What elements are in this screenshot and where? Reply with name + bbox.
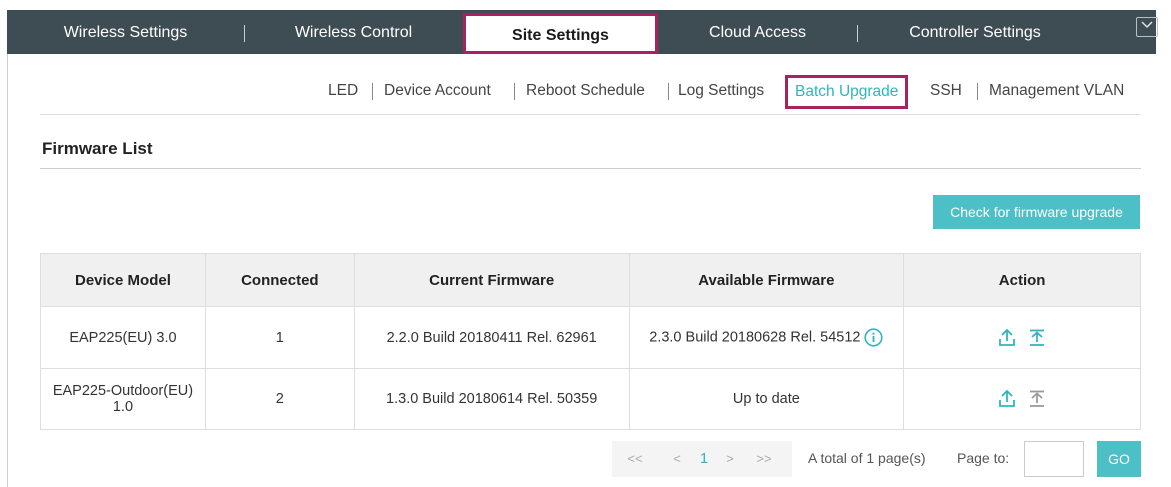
device-model-cell: EAP225-Outdoor(EU) 1.0 [40, 368, 206, 430]
tab-wireless-settings[interactable]: Wireless Settings [7, 10, 244, 54]
table-row: EAP225(EU) 3.0 1 2.2.0 Build 20180411 Re… [40, 306, 1141, 369]
subnav-separator [372, 83, 373, 100]
info-icon[interactable] [864, 328, 884, 347]
last-page-button[interactable]: >> [746, 441, 782, 477]
subnav-item-ssh[interactable]: SSH [930, 81, 962, 101]
check-firmware-upgrade-button[interactable]: Check for firmware upgrade [933, 195, 1140, 229]
column-header: Current Firmware [353, 253, 630, 307]
tab-cloud-access[interactable]: Cloud Access [658, 10, 857, 54]
subnav-item-log-settings[interactable]: Log Settings [678, 81, 764, 101]
section-divider [40, 168, 1141, 169]
upload-firmware-icon[interactable] [1029, 329, 1045, 347]
connected-cell: 2 [204, 368, 355, 430]
available-firmware-cell: Up to date [628, 368, 905, 430]
subnav-separator [514, 83, 515, 100]
column-header: Connected [204, 253, 355, 307]
column-header: Action [903, 253, 1141, 307]
subnav-item-batch-upgrade[interactable]: Batch Upgrade [785, 75, 909, 109]
firmware-table: Device Model Connected Current Firmware … [40, 253, 1141, 430]
chevron-down-icon[interactable] [1136, 17, 1158, 37]
prev-page-button[interactable]: < [665, 441, 689, 477]
current-page-number[interactable]: 1 [694, 441, 714, 477]
action-cell [903, 368, 1141, 430]
action-cell [903, 306, 1141, 369]
upgrade-icon[interactable] [999, 389, 1015, 408]
upgrade-icon[interactable] [999, 328, 1015, 347]
page-total-text: A total of 1 page(s) [808, 450, 926, 466]
subnav-item-management-vlan[interactable]: Management VLAN [989, 81, 1124, 101]
subnav-item-led[interactable]: LED [328, 81, 358, 101]
go-button[interactable]: GO [1097, 441, 1141, 477]
subnav-item-reboot-schedule[interactable]: Reboot Schedule [526, 81, 645, 101]
tab-controller-settings[interactable]: Controller Settings [858, 10, 1092, 54]
sub-nav: LED Device Account Reboot Schedule Log S… [0, 75, 1171, 109]
page-left-border [7, 40, 8, 487]
first-page-button[interactable]: << [617, 441, 653, 477]
available-firmware-cell: 2.3.0 Build 20180628 Rel. 54512 [628, 306, 905, 369]
next-page-button[interactable]: > [719, 441, 741, 477]
device-model-cell: EAP225(EU) 3.0 [40, 306, 206, 369]
column-header: Device Model [40, 253, 206, 307]
subnav-item-device-account[interactable]: Device Account [384, 81, 491, 101]
page-to-input[interactable] [1024, 441, 1084, 477]
page-to-label: Page to: [957, 450, 1010, 466]
subnav-separator [668, 83, 669, 100]
current-firmware-cell: 1.3.0 Build 20180614 Rel. 50359 [353, 368, 630, 430]
table-header-row: Device Model Connected Current Firmware … [40, 253, 1141, 307]
connected-cell: 1 [204, 306, 355, 369]
tab-site-settings[interactable]: Site Settings [463, 13, 658, 54]
subnav-separator [977, 83, 978, 100]
upload-firmware-icon[interactable] [1029, 390, 1045, 408]
tab-wireless-control[interactable]: Wireless Control [245, 10, 462, 54]
table-row: EAP225-Outdoor(EU) 1.0 2 1.3.0 Build 201… [40, 368, 1141, 430]
current-firmware-cell: 2.2.0 Build 20180411 Rel. 62961 [353, 306, 630, 369]
column-header: Available Firmware [628, 253, 905, 307]
available-firmware-text: 2.3.0 Build 20180628 Rel. 54512 [649, 329, 861, 346]
section-title: Firmware List [42, 139, 153, 158]
top-nav: Wireless Settings Wireless Control Site … [7, 10, 1158, 54]
subnav-divider [40, 114, 1141, 115]
